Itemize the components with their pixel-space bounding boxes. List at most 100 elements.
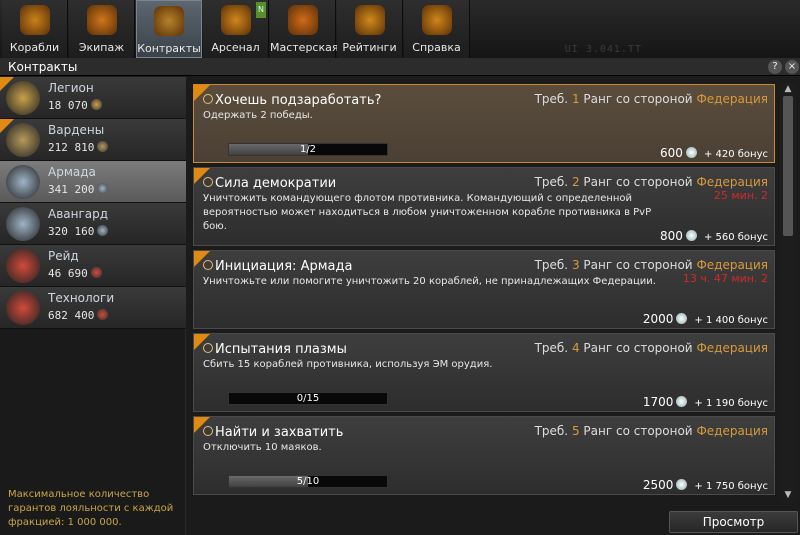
progress-bar: 1/2 — [228, 143, 388, 156]
contract-card[interactable]: Сила демократии Уничтожить командующего ф… — [193, 167, 775, 246]
scroll-thumb[interactable] — [783, 96, 793, 236]
progress-text: 0/15 — [296, 393, 320, 404]
contract-card[interactable]: Инициация: Армада Уничтожьте или помогите… — [193, 250, 775, 329]
reward-amount: 2500 — [642, 478, 674, 492]
reward-amount: 600 — [660, 146, 683, 160]
loyalty-currency-icon — [90, 99, 102, 110]
contract-description: Уничтожить командующего флотом противник… — [203, 193, 652, 232]
contract-type-icon — [203, 426, 213, 436]
loyalty-currency-icon — [97, 141, 109, 152]
faction-item[interactable]: Рейд 46 690 — [0, 245, 186, 287]
contract-scrollbar[interactable]: ▲ ▼ — [780, 84, 796, 502]
contract-title: Инициация: Армада — [215, 259, 353, 274]
faction-loyalty: 46 690 — [48, 267, 102, 280]
contract-card[interactable]: Испытания плазмы Сбить 15 кораблей против… — [193, 333, 775, 412]
nav-arsenal-button[interactable]: Арсенал N — [203, 0, 269, 58]
req-prefix: Треб. — [534, 92, 569, 106]
contract-card[interactable]: Хочешь подзаработать? Одержать 2 победы. Т… — [193, 84, 775, 163]
faction-loyalty: 682 400 — [48, 309, 109, 322]
scroll-down-icon[interactable]: ▼ — [780, 490, 796, 502]
nav-label: Контракты — [137, 42, 201, 55]
contract-type-icon — [203, 177, 213, 187]
nav-crew-button[interactable]: Экипаж — [69, 0, 135, 58]
req-text: Ранг со стороной — [583, 258, 693, 272]
faction-item[interactable]: Технологи 682 400 — [0, 287, 186, 329]
faction-loyalty-value: 46 690 — [48, 267, 88, 280]
top-nav: UI 3.041.TT Корабли Экипаж Контракты Арсена… — [0, 0, 800, 58]
req-text: Ранг со стороной — [583, 92, 693, 106]
contract-timer: 25 мин. 2 — [713, 189, 768, 202]
nav-help-button[interactable]: Справка — [404, 0, 470, 58]
faction-loyalty: 212 810 — [48, 141, 109, 154]
req-text: Ранг со стороной — [583, 341, 693, 355]
reward-bonus: + 560 бонус — [703, 232, 768, 243]
new-badge-icon — [0, 119, 14, 133]
contract-reward: 2500 + 1 750 бонус — [643, 478, 768, 492]
contract-type-icon — [203, 260, 213, 270]
contract-requirement: Треб. 5 Ранг со стороной Федерация — [535, 424, 768, 438]
reward-bonus: + 420 бонус — [703, 149, 768, 160]
view-button[interactable]: Просмотр — [669, 511, 798, 533]
contract-card[interactable]: Найти и захватить Отключить 10 маяков. Тре… — [193, 416, 775, 495]
contract-reward: 800 + 560 бонус — [660, 229, 768, 243]
contract-description: Уничтожьте или помогите уничтожить 20 ко… — [203, 276, 656, 287]
close-icon[interactable]: × — [785, 60, 799, 74]
contract-title: Испытания плазмы — [215, 342, 347, 357]
nav-label: Справка — [412, 41, 461, 54]
scroll-up-icon[interactable]: ▲ — [780, 84, 796, 96]
faction-list: Легион 18 070 Вардены 212 810 Армада 341 200 А… — [0, 77, 186, 329]
window-title: Контракты — [8, 60, 78, 74]
nav-label: Мастерская — [270, 41, 339, 54]
workshop-icon — [287, 5, 318, 35]
faction-emblem-icon — [6, 291, 40, 325]
contract-requirement: Треб. 2 Ранг со стороной Федерация — [535, 175, 768, 189]
contracts-icon — [154, 6, 184, 36]
nav-workshop-button[interactable]: Мастерская — [270, 0, 339, 58]
req-rank: 3 — [571, 258, 580, 272]
faction-emblem-icon — [6, 165, 40, 199]
nav-contracts-button[interactable]: Контракты — [136, 0, 202, 58]
req-rank: 4 — [571, 341, 580, 355]
reward-bonus: + 1 750 бонус — [694, 481, 768, 492]
nav-label: Экипаж — [78, 41, 125, 54]
faction-item[interactable]: Вардены 212 810 — [0, 119, 186, 161]
req-faction: Федерация — [696, 175, 768, 189]
progress-bar: 0/15 — [228, 392, 388, 405]
reward-amount: 800 — [660, 229, 683, 243]
loyalty-currency-icon — [97, 183, 109, 194]
nav-ratings-button[interactable]: Рейтинги — [337, 0, 403, 58]
loyalty-currency-icon — [90, 267, 102, 278]
contract-reward: 600 + 420 бонус — [660, 146, 768, 160]
credits-icon — [685, 147, 697, 158]
help-icon[interactable]: ? — [768, 60, 782, 74]
progress-bar: 5/10 — [228, 475, 388, 488]
faction-item[interactable]: Армада 341 200 — [0, 161, 186, 203]
faction-name: Вардены — [48, 123, 105, 137]
contract-type-icon — [203, 94, 213, 104]
faction-loyalty: 18 070 — [48, 99, 102, 112]
req-rank: 1 — [571, 92, 580, 106]
faction-loyalty-value: 682 400 — [48, 309, 95, 322]
faction-item[interactable]: Авангард 320 160 — [0, 203, 186, 245]
req-text: Ранг со стороной — [583, 424, 693, 438]
faction-loyalty: 320 160 — [48, 225, 109, 238]
reward-bonus: + 1 190 бонус — [694, 398, 768, 409]
faction-loyalty-value: 18 070 — [48, 99, 88, 112]
nav-ships-button[interactable]: Корабли — [2, 0, 68, 58]
nav-label: Рейтинги — [342, 41, 397, 54]
req-faction: Федерация — [696, 258, 768, 272]
req-faction: Федерация — [696, 341, 768, 355]
contract-description: Одержать 2 победы. — [203, 110, 313, 121]
reward-amount: 1700 — [642, 395, 674, 409]
loyalty-currency-icon — [97, 309, 109, 320]
faction-loyalty: 341 200 — [48, 183, 109, 196]
contract-title: Найти и захватить — [215, 425, 344, 440]
nav-label: Арсенал — [211, 41, 260, 54]
version-label: UI 3.041.TT — [564, 44, 642, 55]
ratings-icon — [354, 5, 385, 35]
faction-item[interactable]: Легион 18 070 — [0, 77, 186, 119]
req-faction: Федерация — [696, 92, 768, 106]
reward-amount: 2000 — [642, 312, 674, 326]
loyalty-info-text: Максимальное количество гарантов лояльно… — [8, 489, 174, 528]
faction-name: Рейд — [48, 249, 79, 263]
